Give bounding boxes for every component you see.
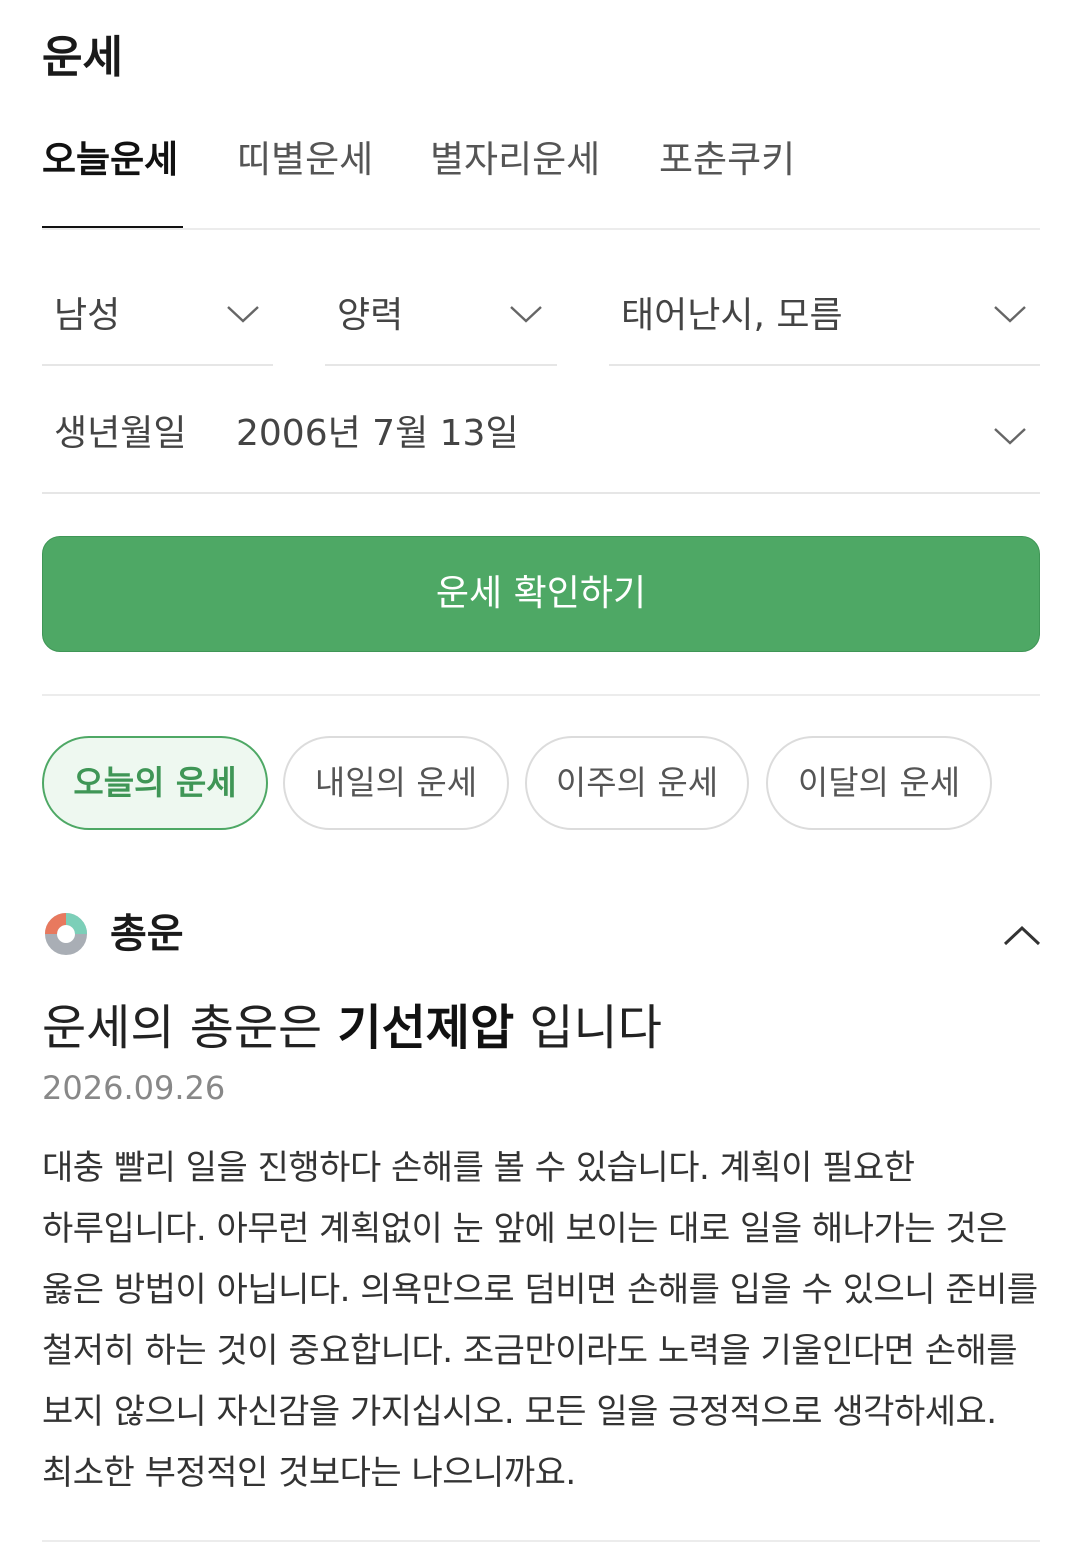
birth-time-value: 태어난시, 모름 [621, 295, 843, 336]
page-title: 운세 [42, 32, 123, 83]
gender-value: 남성 [54, 295, 121, 336]
chip-week-fortune[interactable]: 이주의 운세 [525, 736, 749, 830]
bottom-divider [42, 1540, 1040, 1542]
headline-suffix: 입니다 [514, 1000, 662, 1056]
chip-tomorrow-fortune[interactable]: 내일의 운세 [283, 736, 509, 830]
gender-select[interactable]: 남성 [42, 266, 273, 366]
chip-today-fortune[interactable]: 오늘의 운세 [42, 736, 268, 830]
tabs-divider [42, 228, 1040, 230]
check-fortune-button[interactable]: 운세 확인하기 [42, 536, 1040, 652]
fortune-body: 대충 빨리 일을 진행하다 손해를 볼 수 있습니다. 계획이 필요한 하루입니… [42, 1148, 1038, 1493]
tab-fortune-cookie[interactable]: 포춘쿠키 [659, 128, 795, 192]
birthdate-label: 생년월일 [54, 413, 187, 454]
tab-zodiac-animal[interactable]: 띠별운세 [237, 128, 373, 192]
calendar-type-value: 양력 [337, 295, 404, 336]
fortune-headline: 운세의 총운은 기선제압 입니다 [42, 996, 662, 1060]
birth-time-select[interactable]: 태어난시, 모름 [609, 266, 1040, 366]
chevron-up-icon[interactable] [1002, 920, 1042, 950]
headline-keyword: 기선제압 [337, 1000, 515, 1056]
donut-chart-icon [44, 912, 88, 956]
birthdate-select[interactable]: 생년월일 2006년 7월 13일 [42, 398, 1040, 494]
fortune-tabs: 오늘운세 띠별운세 별자리운세 포춘쿠키 [42, 128, 1040, 230]
fortune-date: 2026.09.26 [42, 1069, 226, 1107]
chevron-down-icon [226, 304, 260, 324]
chevron-down-icon [509, 304, 543, 324]
section-title: 총운 [110, 911, 184, 957]
chevron-down-icon [993, 304, 1027, 324]
tab-constellation[interactable]: 별자리운세 [430, 128, 600, 192]
chip-month-fortune[interactable]: 이달의 운세 [766, 736, 992, 830]
tab-today[interactable]: 오늘운세 [42, 128, 178, 192]
calendar-type-select[interactable]: 양력 [325, 266, 557, 366]
chevron-down-icon [993, 426, 1027, 446]
birthdate-value: 2006년 7월 13일 [236, 413, 519, 454]
section-divider [42, 694, 1040, 696]
headline-prefix: 운세의 총운은 [42, 1000, 338, 1056]
